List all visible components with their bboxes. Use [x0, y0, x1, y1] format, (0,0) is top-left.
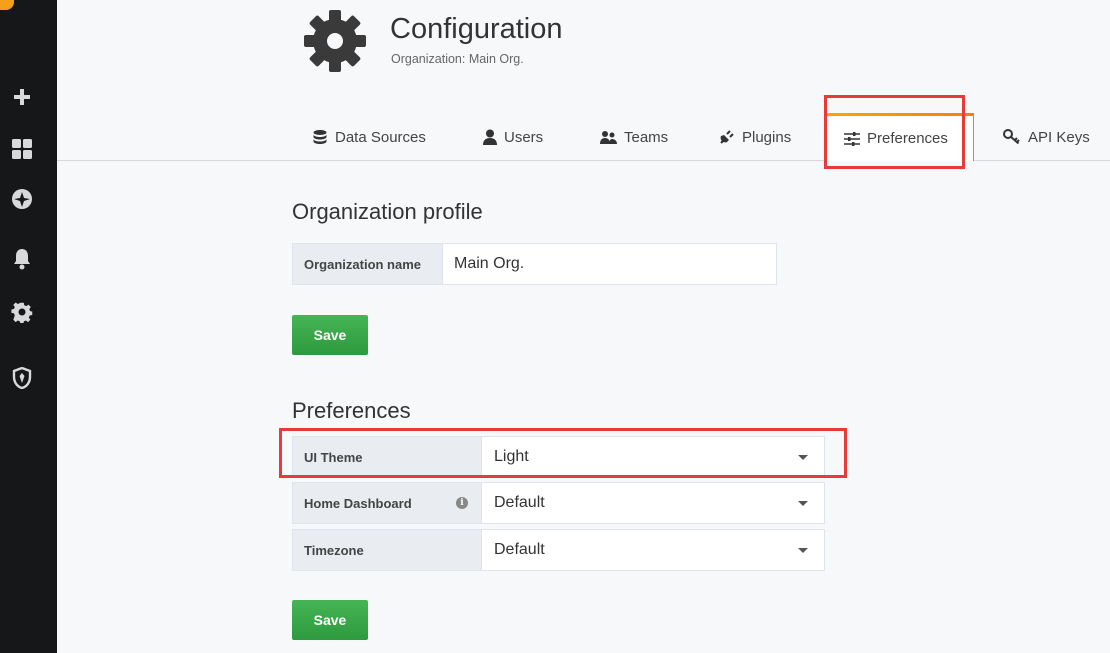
tab-api-keys[interactable]: API Keys: [1003, 117, 1090, 157]
timezone-label: Timezone: [292, 529, 481, 571]
info-icon[interactable]: i: [456, 497, 468, 509]
tab-label: Preferences: [867, 130, 948, 147]
page-subtitle: Organization: Main Org.: [391, 52, 524, 66]
explore-icon[interactable]: [8, 186, 36, 212]
tab-label: Data Sources: [335, 128, 426, 146]
plus-icon[interactable]: [8, 84, 36, 110]
home-dashboard-label-text: Home Dashboard: [304, 495, 412, 511]
ui-theme-label: UI Theme: [292, 436, 481, 478]
sliders-icon: [844, 131, 860, 146]
preferences-heading: Preferences: [292, 398, 411, 423]
tab-plugins[interactable]: Plugins: [719, 117, 791, 157]
tab-label: API Keys: [1028, 128, 1090, 146]
timezone-select[interactable]: Default: [481, 529, 825, 571]
tab-label: Plugins: [742, 128, 792, 146]
chevron-down-icon: [798, 501, 808, 506]
page-title: Configuration: [390, 13, 563, 45]
tab-users[interactable]: Users: [483, 117, 543, 157]
dashboards-icon[interactable]: [8, 136, 36, 162]
page-header: Configuration Organization: Main Org. Da…: [57, 0, 1110, 161]
shield-icon[interactable]: [8, 365, 36, 391]
key-icon: [1003, 129, 1020, 145]
chevron-down-icon: [798, 548, 808, 553]
home-dashboard-select[interactable]: Default: [481, 482, 825, 524]
save-preferences-button[interactable]: Save: [292, 600, 368, 640]
ui-theme-row: UI Theme Light: [292, 436, 825, 478]
timezone-row: Timezone Default: [292, 529, 825, 571]
org-profile-heading: Organization profile: [292, 199, 483, 224]
org-name-label: Organization name: [292, 243, 442, 285]
plug-icon: [720, 130, 734, 144]
org-name-row: Organization name Main Org.: [292, 243, 777, 285]
configuration-gear-icon: [304, 10, 366, 72]
alerting-icon[interactable]: [8, 246, 36, 272]
home-dashboard-row: Home Dashboard i Default: [292, 482, 825, 524]
team-icon: [600, 131, 617, 144]
tab-teams[interactable]: Teams: [600, 117, 668, 157]
sidebar: [0, 0, 57, 653]
tab-label: Teams: [624, 128, 669, 146]
timezone-value: Default: [494, 541, 545, 558]
database-icon: [313, 130, 327, 144]
org-name-input[interactable]: Main Org.: [442, 243, 777, 285]
chevron-down-icon: [798, 455, 808, 460]
ui-theme-value: Light: [494, 448, 529, 465]
home-dashboard-label: Home Dashboard i: [292, 482, 481, 524]
grafana-logo-icon[interactable]: [0, 0, 14, 10]
save-org-button[interactable]: Save: [292, 315, 368, 355]
home-dashboard-value: Default: [494, 494, 545, 511]
user-icon: [483, 129, 497, 145]
tab-label: Users: [504, 128, 544, 146]
tab-preferences[interactable]: Preferences: [825, 113, 974, 161]
tab-data-sources[interactable]: Data Sources: [312, 117, 426, 157]
configuration-icon[interactable]: [8, 299, 36, 325]
ui-theme-select[interactable]: Light: [481, 436, 825, 478]
